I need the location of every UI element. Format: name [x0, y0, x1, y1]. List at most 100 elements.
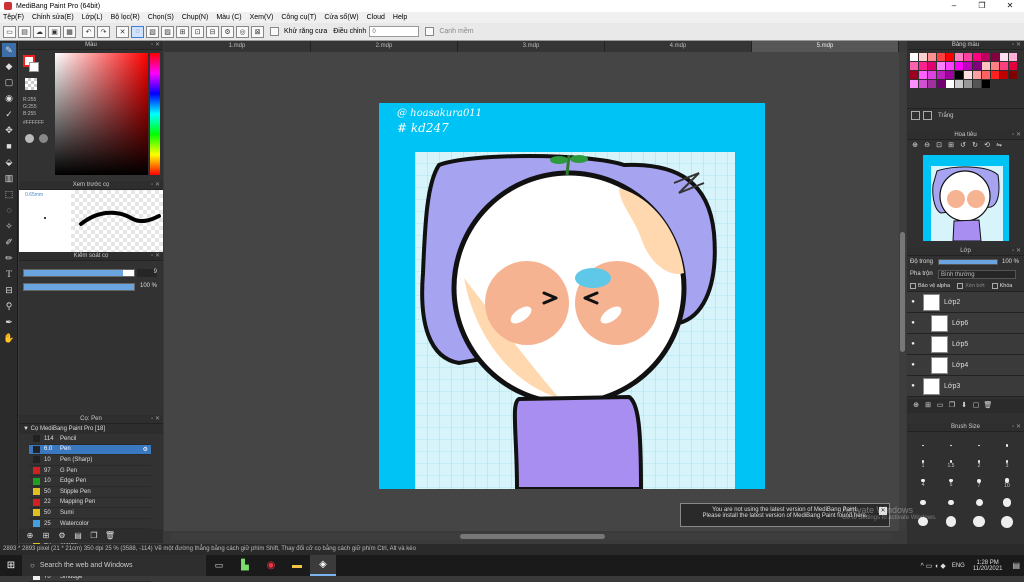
open-file-icon[interactable]: ▤ [18, 25, 31, 38]
medibang-active-icon[interactable]: ◈ [310, 555, 336, 576]
palette-swatch[interactable] [937, 53, 945, 61]
brush-size-option[interactable] [937, 493, 965, 512]
fill-rect-icon[interactable]: ■ [2, 139, 16, 153]
export-icon[interactable]: ▦ [63, 25, 76, 38]
palette-swatch[interactable] [964, 62, 972, 70]
brush-size-option[interactable]: 10 [993, 474, 1021, 493]
palette-swatch[interactable] [1000, 71, 1008, 79]
color-mode-icon[interactable] [25, 134, 34, 143]
brush-item[interactable]: 114 Pencil [29, 434, 151, 445]
brush-item[interactable]: 22 Mapping Pen [29, 498, 151, 509]
document-tab[interactable]: 1.mdp [164, 41, 311, 52]
palette-swatch[interactable] [946, 80, 954, 88]
palette-swatch[interactable] [1000, 62, 1008, 70]
palette-swatch[interactable] [964, 53, 972, 61]
brush-item[interactable]: 50 Sumi [29, 508, 151, 519]
horizontal-scrollbar[interactable] [170, 533, 892, 540]
snap-checkbox[interactable] [425, 27, 435, 36]
palette-swatch[interactable] [928, 62, 936, 70]
menu-item[interactable]: Cloud [367, 14, 385, 21]
hue-slider[interactable] [150, 53, 160, 175]
palette-swatch[interactable] [1009, 71, 1017, 79]
menu-item[interactable]: Help [393, 14, 407, 21]
select-all-icon[interactable]: ▧ [146, 25, 159, 38]
layer-row[interactable]: ● Lớp4 [907, 355, 1024, 376]
undo-icon[interactable]: ↶ [82, 25, 95, 38]
palette-swatch[interactable] [964, 80, 972, 88]
adjust-input[interactable]: 0 [369, 26, 420, 37]
transform-icon[interactable]: ⊡ [191, 25, 204, 38]
merge-layer-icon[interactable]: ⬇ [959, 399, 969, 413]
menu-item[interactable]: Cửa sổ(W) [324, 14, 358, 21]
chrome-taskbar-icon[interactable]: ◉ [258, 560, 284, 571]
brush-item[interactable]: 97 G Pen [29, 466, 151, 477]
magic-wand-icon[interactable]: ✧ [2, 219, 16, 233]
notifications-icon[interactable]: ▤ [1012, 561, 1020, 570]
flip-icon[interactable]: ⇋ [994, 139, 1004, 153]
explorer-taskbar-icon[interactable]: ▬ [284, 560, 310, 571]
brush-size-option[interactable]: 4 [909, 474, 937, 493]
palette-swatch[interactable] [955, 71, 963, 79]
menu-item[interactable]: Xem(V) [250, 14, 274, 21]
new-file-icon[interactable]: ▭ [3, 25, 16, 38]
delete-brush-icon[interactable]: 🗑 [103, 529, 117, 543]
brush-size-option[interactable]: 1.5 [937, 455, 965, 474]
palette-swatch[interactable] [982, 80, 990, 88]
reset-rotation-icon[interactable]: ⟲ [982, 139, 992, 153]
document-tab[interactable]: 4.mdp [605, 41, 752, 52]
menu-item[interactable]: Bộ lọc(R) [111, 14, 140, 21]
close-button[interactable]: ✕ [996, 0, 1024, 12]
language-indicator[interactable]: ENG [952, 563, 965, 569]
palette-swatch[interactable] [982, 71, 990, 79]
palette-swatch[interactable] [991, 71, 999, 79]
select-eraser-icon[interactable]: ✏ [2, 251, 16, 265]
perspective-icon[interactable]: ⊠ [251, 25, 264, 38]
copy-brush-icon[interactable]: ❐ [87, 529, 101, 543]
duplicate-layer-icon[interactable]: ❐ [947, 399, 957, 413]
palette-swatch[interactable] [973, 62, 981, 70]
palette-swatch[interactable] [955, 62, 963, 70]
palette-swatch[interactable] [910, 62, 918, 70]
brush-size-option[interactable]: 3 [993, 455, 1021, 474]
document-tab[interactable]: 2.mdp [311, 41, 458, 52]
redo-icon[interactable]: ↷ [97, 25, 110, 38]
palette-swatch[interactable] [982, 53, 990, 61]
palette-swatch[interactable] [946, 62, 954, 70]
opacity-slider[interactable] [23, 283, 135, 291]
brush-item[interactable]: 25 Watercolor [29, 519, 151, 530]
opacity-value[interactable]: 100 % [137, 283, 157, 289]
brush-size-option[interactable]: 5 [937, 474, 965, 493]
transparent-swatch[interactable] [25, 78, 37, 90]
lasso-tool-icon[interactable]: ◌ [2, 203, 16, 217]
fit-icon[interactable]: ⊡ [934, 139, 944, 153]
eraser-tool-icon[interactable]: ◆ [2, 59, 16, 73]
brush-size-option[interactable] [993, 493, 1021, 512]
clipping-checkbox[interactable] [957, 282, 964, 289]
palette-swatch[interactable] [964, 71, 972, 79]
palette-swatch[interactable] [910, 71, 918, 79]
brush-size-option[interactable] [993, 436, 1021, 455]
rotate-right-icon[interactable]: ↻ [970, 139, 980, 153]
palette-swatch[interactable] [937, 62, 945, 70]
deselect-icon[interactable]: ✕ [116, 25, 129, 38]
rotate-left-icon[interactable]: ↺ [958, 139, 968, 153]
invert-selection-icon[interactable]: ▨ [161, 25, 174, 38]
palette-swatch[interactable] [919, 53, 927, 61]
minimize-button[interactable]: – [940, 0, 968, 12]
taskbar-search[interactable]: ○ Search the web and Windows [22, 555, 206, 576]
color-wheel-icon[interactable] [39, 134, 48, 143]
navigator-thumbnail[interactable] [923, 155, 1009, 241]
bg-color-swatch[interactable] [29, 62, 39, 72]
clear-layer-icon[interactable]: ▢ [971, 399, 981, 413]
layer-row[interactable]: ● Lớp3 [907, 376, 1024, 397]
clock[interactable]: 1:28 PM 11/20/2021 [973, 560, 1003, 572]
palette-swatch[interactable] [982, 62, 990, 70]
layer-opacity-slider[interactable] [938, 259, 998, 265]
palette-add-icon[interactable] [911, 111, 920, 120]
brush-size-option[interactable]: 7 [965, 474, 993, 493]
lock-checkbox[interactable] [991, 282, 998, 289]
palette-swatch[interactable] [973, 53, 981, 61]
antialias-checkbox[interactable] [270, 27, 279, 36]
add-layer-icon[interactable]: ⊕ [911, 399, 921, 413]
brush-item[interactable]: 50 Stipple Pen [29, 487, 151, 498]
